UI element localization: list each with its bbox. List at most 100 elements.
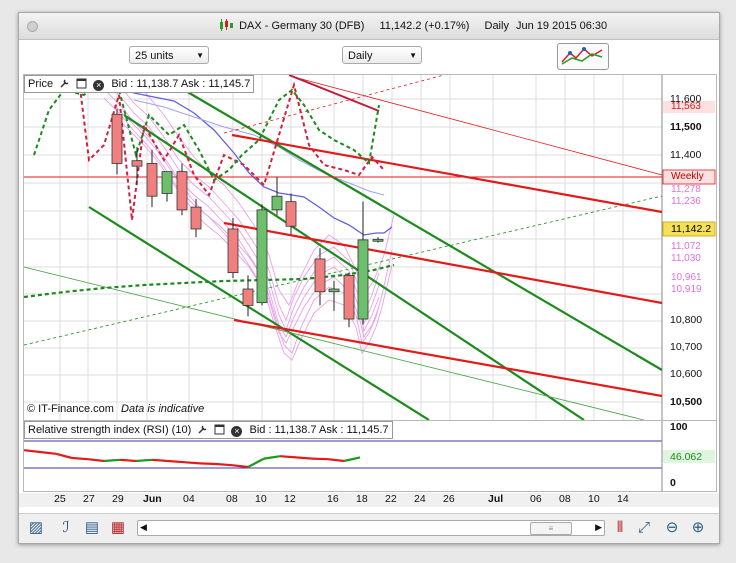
rsi-panel-header: Relative strength index (RSI) (10) × Bid… bbox=[24, 421, 393, 439]
chevron-down-icon: ▼ bbox=[409, 51, 417, 60]
y-tick-10800: 10,800 bbox=[670, 314, 703, 326]
date-tick: 04 bbox=[183, 493, 195, 505]
wrench-icon[interactable] bbox=[197, 424, 208, 435]
band-label: 11,072 bbox=[671, 241, 701, 252]
candle-body bbox=[176, 171, 188, 211]
period-select-value: Daily bbox=[348, 50, 373, 62]
date-tick: 25 bbox=[54, 493, 66, 505]
candle-body bbox=[190, 206, 202, 230]
rsi-tick-100: 100 bbox=[670, 421, 688, 433]
candle-body bbox=[372, 238, 384, 242]
candle-style-icon[interactable]: ⫴ bbox=[611, 519, 629, 537]
period-select[interactable]: Daily ▼ bbox=[342, 46, 422, 64]
band-label: 11,030 bbox=[671, 253, 701, 264]
red-trend-lines bbox=[223, 133, 663, 398]
candle-body bbox=[328, 288, 340, 293]
green-channel-lines bbox=[88, 86, 663, 420]
rsi-segment bbox=[199, 462, 217, 466]
toolbar: 25 units ▼ Daily ▼ bbox=[19, 40, 719, 70]
title-price: 11,142.2 (+0.17%) bbox=[379, 20, 470, 32]
fit-zoom-icon[interactable]: ⤢ bbox=[635, 519, 653, 537]
date-tick: 10 bbox=[588, 493, 600, 505]
close-icon[interactable]: × bbox=[93, 80, 105, 91]
date-tick: 12 bbox=[284, 493, 296, 505]
rsi-segment bbox=[119, 458, 137, 463]
bottom-toolbar: ▨ ℐ ▤ ▦ ◀ ≡ ▶ ⫴ ⤢ ⊖ ⊕ bbox=[19, 513, 719, 543]
rsi-segment bbox=[39, 450, 57, 455]
candle-body bbox=[111, 113, 123, 164]
date-tick: 08 bbox=[559, 493, 571, 505]
close-window-button[interactable] bbox=[27, 21, 38, 32]
red-level-tag: 11,563 bbox=[671, 101, 701, 112]
trade-icon[interactable]: ▦ bbox=[109, 519, 127, 537]
date-tick: 24 bbox=[414, 493, 426, 505]
y-tick-11400: 11,400 bbox=[670, 149, 702, 161]
price-chart[interactable] bbox=[24, 75, 716, 420]
rsi-segment bbox=[71, 456, 89, 461]
price-panel[interactable]: Price × Bid : 11,138.7 Ask : 11,145.7 11… bbox=[23, 74, 717, 421]
date-tick: 18 bbox=[356, 493, 368, 505]
rsi-segment bbox=[231, 464, 249, 469]
rsi-segment bbox=[167, 459, 185, 464]
horizontal-scrollbar[interactable]: ◀ ≡ ▶ bbox=[137, 520, 605, 536]
date-tick: Jun bbox=[143, 493, 162, 505]
chart-window: DAX - Germany 30 (DFB) 11,142.2 (+0.17%)… bbox=[18, 12, 720, 544]
scroll-left-icon[interactable]: ◀ bbox=[140, 521, 147, 533]
rsi-bid-ask: Bid : 11,138.7 Ask : 11,145.7 bbox=[249, 424, 389, 436]
band-label: 11,236 bbox=[671, 196, 701, 207]
scroll-thumb[interactable]: ≡ bbox=[530, 522, 572, 535]
weekly-tag: Weekly bbox=[671, 171, 704, 182]
window-icon[interactable] bbox=[76, 78, 87, 89]
chevron-down-icon: ▼ bbox=[196, 51, 204, 60]
rsi-segment bbox=[263, 455, 281, 460]
rsi-current-value: 46.062 bbox=[670, 451, 703, 463]
zoom-out-icon[interactable]: ⊖ bbox=[663, 519, 681, 537]
candle-body bbox=[357, 239, 369, 320]
rsi-segment bbox=[87, 458, 105, 463]
moving-average-line bbox=[113, 84, 393, 236]
copyright-text: © IT-Finance.com bbox=[27, 403, 114, 415]
wrench-icon[interactable] bbox=[59, 78, 70, 89]
rsi-segment bbox=[247, 457, 265, 468]
scroll-right-icon[interactable]: ▶ bbox=[595, 521, 602, 533]
candle-body bbox=[256, 209, 268, 304]
price-bid-ask: Bid : 11,138.7 Ask : 11,145.7 bbox=[111, 78, 251, 90]
rsi-segment bbox=[183, 461, 201, 465]
date-tick: 22 bbox=[385, 493, 397, 505]
close-icon[interactable]: × bbox=[231, 426, 243, 437]
indicative-text: Data is indicative bbox=[121, 403, 205, 415]
units-select-value: 25 units bbox=[135, 50, 174, 62]
rsi-segment bbox=[343, 456, 361, 463]
chart-settings-icon[interactable]: ▨ bbox=[27, 519, 45, 537]
green-dashed-trend bbox=[24, 195, 663, 346]
band-label: 10,961 bbox=[671, 272, 702, 283]
chart-type-button[interactable] bbox=[557, 43, 609, 70]
date-tick: 29 bbox=[112, 493, 124, 505]
title-period: Daily bbox=[484, 20, 509, 32]
date-tick: 16 bbox=[327, 493, 339, 505]
rsi-segment bbox=[103, 458, 121, 463]
date-axis: 25 27 29 Jun 04 08 10 12 16 18 22 24 26 Jul 06 08 10 14 bbox=[19, 493, 719, 507]
y-tick-10600: 10,600 bbox=[670, 368, 703, 380]
zoom-in-icon[interactable]: ⊕ bbox=[689, 519, 707, 537]
rsi-segment bbox=[24, 449, 41, 454]
document-icon[interactable]: ▤ bbox=[83, 519, 101, 537]
rsi-segment bbox=[151, 458, 169, 463]
copyright-note: © IT-Finance.com Data is indicative bbox=[27, 403, 204, 415]
rsi-panel[interactable]: Relative strength index (RSI) (10) × Bid… bbox=[23, 420, 717, 492]
price-panel-header: Price × Bid : 11,138.7 Ask : 11,145.7 bbox=[24, 75, 255, 93]
title-instrument: DAX - Germany 30 (DFB) bbox=[239, 20, 365, 32]
rsi-segment bbox=[327, 458, 345, 463]
current-price-tag: 11,142.2 bbox=[671, 223, 712, 235]
candle-body bbox=[242, 288, 254, 306]
rsi-segment bbox=[55, 452, 73, 460]
date-tick: 10 bbox=[255, 493, 267, 505]
units-select[interactable]: 25 units ▼ bbox=[129, 46, 209, 64]
date-tick: 26 bbox=[443, 493, 455, 505]
band-label: 10,919 bbox=[671, 284, 702, 295]
candle-body bbox=[161, 171, 173, 194]
window-icon[interactable] bbox=[214, 424, 225, 435]
rsi-segment bbox=[295, 456, 313, 460]
chart-type-icon bbox=[561, 47, 603, 65]
indicator-icon[interactable]: ℐ bbox=[57, 519, 75, 537]
